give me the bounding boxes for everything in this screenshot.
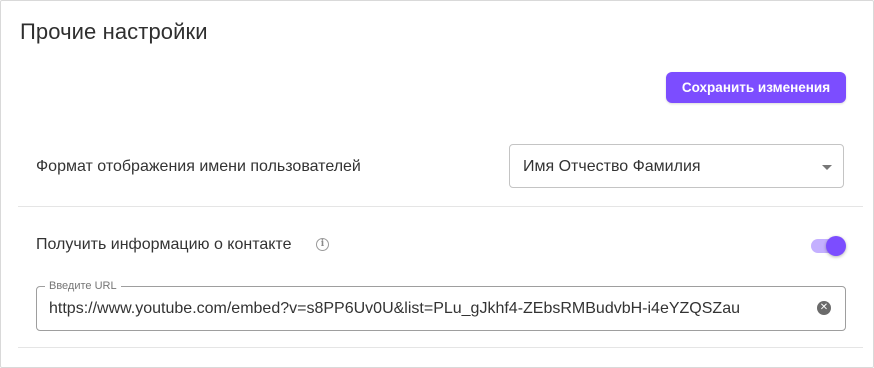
contact-info-toggle[interactable] (811, 236, 847, 256)
divider (18, 347, 863, 348)
contact-info-label: Получить информацию о контакте (36, 236, 292, 253)
page-title: Прочие настройки (20, 19, 208, 44)
clear-icon[interactable]: ✕ (817, 301, 831, 315)
url-field-legend: Введите URL (45, 279, 121, 293)
divider (18, 206, 863, 207)
name-format-select[interactable]: Имя Отчество Фамилия (509, 144, 844, 188)
save-changes-button[interactable]: Сохранить изменения (666, 72, 846, 103)
settings-panel: Прочие настройки Сохранить изменения Фор… (0, 0, 874, 368)
dropdown-arrow-icon (822, 165, 832, 170)
info-icon[interactable]: i (316, 238, 329, 251)
toggle-thumb (826, 236, 846, 256)
name-format-label: Формат отображения имени пользователей (36, 158, 361, 175)
url-input-field[interactable]: Введите URL https://www.youtube.com/embe… (36, 279, 846, 331)
url-input-value[interactable]: https://www.youtube.com/embed?v=s8PP6Uv0… (49, 299, 740, 319)
name-format-selected-value: Имя Отчество Фамилия (523, 158, 701, 175)
